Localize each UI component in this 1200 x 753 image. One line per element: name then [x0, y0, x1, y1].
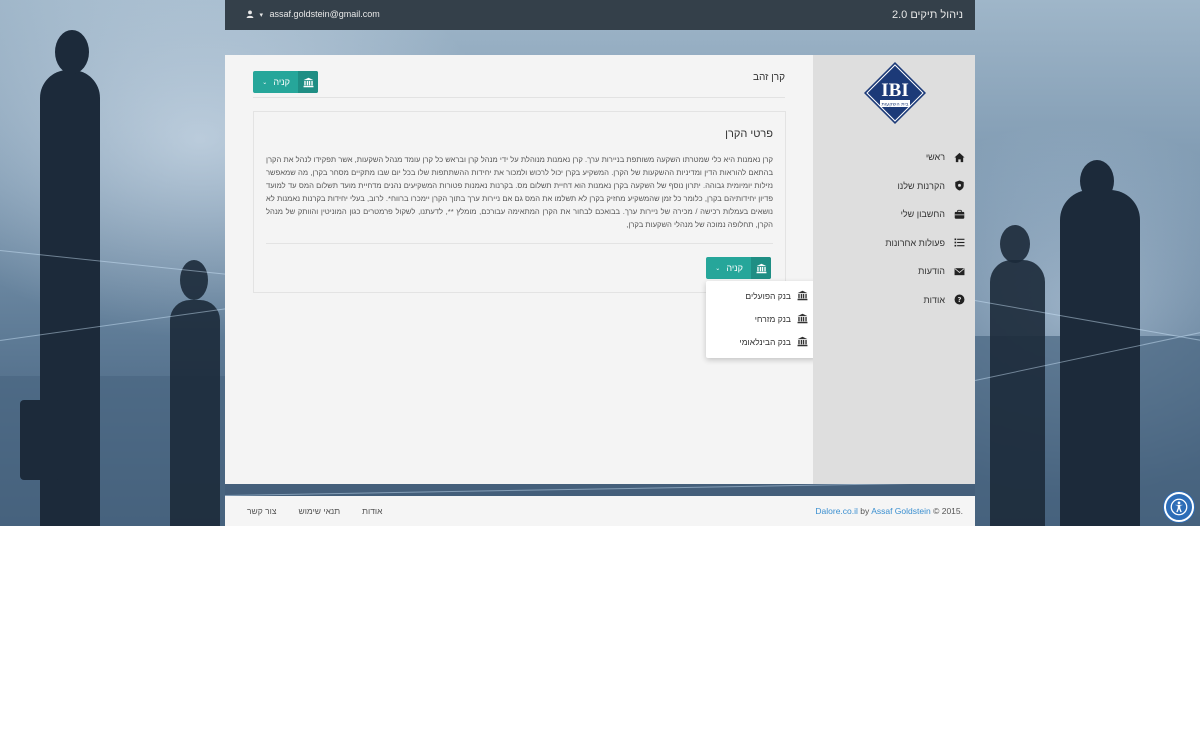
fund-description: קרן נאמנות היא כלי שמטרתו השקעה משותפת ב… — [266, 155, 773, 230]
sidebar-item-my-account[interactable]: החשבון שלי — [815, 200, 965, 229]
shield-icon — [953, 180, 965, 192]
svg-text:?: ? — [957, 296, 961, 304]
home-icon — [953, 151, 965, 163]
sidebar-item-label: פעולות אחרונות — [885, 237, 945, 248]
question-icon: ? — [953, 294, 965, 306]
sidebar-item-label: הקרנות שלנו — [897, 180, 945, 191]
logo-subtext: בית השקעות — [881, 102, 908, 108]
site-link[interactable]: Dalore.co.il — [815, 506, 858, 516]
accessibility-button[interactable] — [1164, 492, 1194, 522]
bank-icon — [298, 71, 318, 93]
author-link[interactable]: Assaf Goldstein — [871, 506, 931, 516]
person-silhouette — [170, 300, 220, 526]
sidebar-item-home[interactable]: ראשי — [815, 143, 965, 172]
accessibility-icon — [1170, 498, 1188, 516]
sidebar-item-label: אודות — [923, 294, 945, 305]
chevron-down-icon: ⌄ — [262, 79, 268, 86]
divider — [253, 97, 785, 98]
bank-icon — [797, 336, 808, 347]
ibi-logo[interactable]: IBI בית השקעות — [863, 61, 927, 125]
app-title: ניהול תיקים 2.0 — [891, 9, 963, 21]
bank-icon — [797, 313, 808, 324]
top-navbar: ▾ assaf.goldstein@gmail.com ניהול תיקים … — [225, 0, 975, 30]
bank-dropdown-menu: בנק הפועלים בנק מזרחי בנק הבינלאומי — [706, 281, 817, 358]
person-silhouette — [990, 260, 1045, 526]
dropdown-item-bank-hapoalim[interactable]: בנק הפועלים — [706, 284, 817, 307]
sidebar-item-messages[interactable]: הודעות — [815, 257, 965, 286]
footer-link-contact[interactable]: צור קשר — [247, 506, 277, 516]
person-silhouette — [180, 260, 208, 300]
sidebar-item-about[interactable]: ? אודות — [815, 286, 965, 315]
dropdown-item-bank-mizrahi[interactable]: בנק מזרחי — [706, 307, 817, 330]
sidebar-nav: ראשי הקרנות שלנו החשבון שלי פעולות אחרונ… — [815, 143, 965, 314]
buy-dropdown-button[interactable]: קניה ⌄ — [706, 257, 771, 279]
footer-links: אודות תנאי שימוש צור קשר — [247, 506, 382, 516]
list-icon — [953, 237, 965, 249]
dropdown-item-label: בנק הפועלים — [745, 290, 791, 301]
person-silhouette — [1000, 225, 1030, 263]
user-email: assaf.goldstein@gmail.com — [269, 9, 380, 19]
divider — [266, 243, 773, 244]
dropdown-item-label: בנק הבינלאומי — [739, 336, 791, 347]
sidebar-item-label: החשבון שלי — [900, 209, 945, 220]
briefcase-icon — [953, 208, 965, 220]
dropdown-item-bank-international[interactable]: בנק הבינלאומי — [706, 330, 817, 353]
person-silhouette — [55, 30, 89, 74]
buy-button-label: קניה — [273, 77, 290, 87]
buy-button[interactable]: קניה ⌄ — [253, 71, 318, 93]
footer-credits: Dalore.co.il by Assaf Goldstein © 2015. — [815, 506, 963, 516]
bank-icon — [751, 257, 771, 279]
sidebar-item-recent-actions[interactable]: פעולות אחרונות — [815, 229, 965, 258]
copyright-text: © 2015. — [933, 506, 963, 516]
user-menu[interactable]: ▾ assaf.goldstein@gmail.com — [246, 9, 380, 19]
footer: אודות תנאי שימוש צור קשר Dalore.co.il by… — [225, 496, 975, 526]
sidebar-item-our-funds[interactable]: הקרנות שלנו — [815, 172, 965, 201]
person-silhouette — [1080, 160, 1114, 202]
bank-icon — [797, 290, 808, 301]
chevron-down-icon: ⌄ — [715, 265, 721, 272]
buy-button-label: קניה — [726, 263, 743, 273]
sidebar-item-label: הודעות — [918, 266, 945, 277]
chevron-down-icon: ▾ — [259, 12, 264, 19]
footer-by: by — [860, 506, 870, 516]
envelope-icon — [953, 265, 965, 277]
footer-link-about[interactable]: אודות — [362, 506, 382, 516]
main-content: קרן זהב קניה ⌄ פרטי הקרן קרן נאמנות היא … — [225, 55, 813, 484]
sidebar-item-label: ראשי — [925, 152, 945, 163]
page-title: קרן זהב — [753, 72, 785, 83]
user-icon — [246, 10, 254, 18]
sidebar: IBI בית השקעות ראשי הקרנות שלנו החשבון ש… — [813, 55, 975, 484]
footer-link-terms[interactable]: תנאי שימוש — [299, 506, 341, 516]
fund-details-card: פרטי הקרן קרן נאמנות היא כלי שמטרתו השקע… — [253, 111, 786, 293]
person-silhouette — [1060, 190, 1140, 526]
dropdown-item-label: בנק מזרחי — [754, 313, 791, 324]
card-title: פרטי הקרן — [725, 128, 773, 140]
briefcase-silhouette — [20, 400, 60, 480]
logo-text: IBI — [881, 80, 908, 101]
